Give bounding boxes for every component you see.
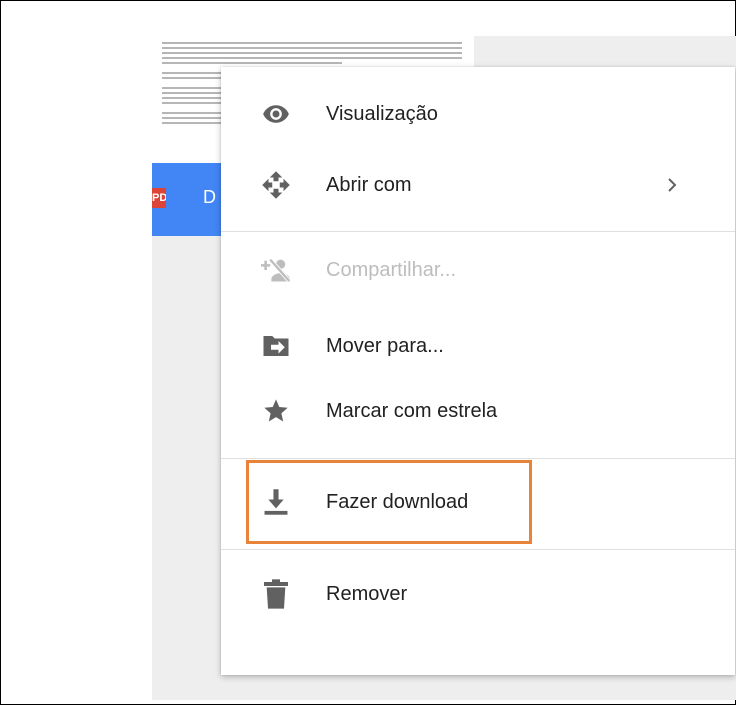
menu-item-label: Remover: [326, 583, 408, 605]
menu-item-remover[interactable]: Remover: [221, 561, 735, 627]
file-name-text: D: [203, 187, 216, 207]
menu-item-label: Fazer download: [326, 491, 469, 513]
menu-divider: [221, 549, 735, 550]
menu-item-label: Visualização: [326, 103, 438, 125]
menu-item-label: Marcar com estrela: [326, 400, 498, 422]
trash-icon: [261, 579, 291, 609]
menu-item-mover-para[interactable]: Mover para...: [221, 313, 735, 379]
menu-item-label: Mover para...: [326, 335, 444, 357]
star-icon: [261, 396, 291, 426]
menu-divider: [221, 458, 735, 459]
pdf-file-type-icon: PDF: [152, 188, 166, 208]
menu-item-fazer-download[interactable]: Fazer download: [221, 469, 735, 535]
menu-divider: [221, 231, 735, 232]
eye-icon: [261, 99, 291, 129]
move-to-folder-icon: [261, 331, 291, 361]
menu-item-marcar-estrela[interactable]: Marcar com estrela: [221, 378, 735, 444]
share-person-icon: [261, 255, 291, 285]
open-with-icon: [261, 170, 291, 200]
menu-item-visualizacao[interactable]: Visualização: [221, 81, 735, 147]
menu-item-label: Compartilhar...: [326, 259, 457, 281]
menu-item-compartilhar: Compartilhar...: [221, 237, 735, 303]
menu-item-label: Abrir com: [326, 174, 412, 196]
download-icon: [261, 487, 291, 517]
chevron-right-icon: [665, 178, 679, 192]
context-menu: Visualização Abrir com Compartilhar... M…: [221, 67, 735, 675]
menu-item-abrir-com[interactable]: Abrir com: [221, 152, 735, 218]
